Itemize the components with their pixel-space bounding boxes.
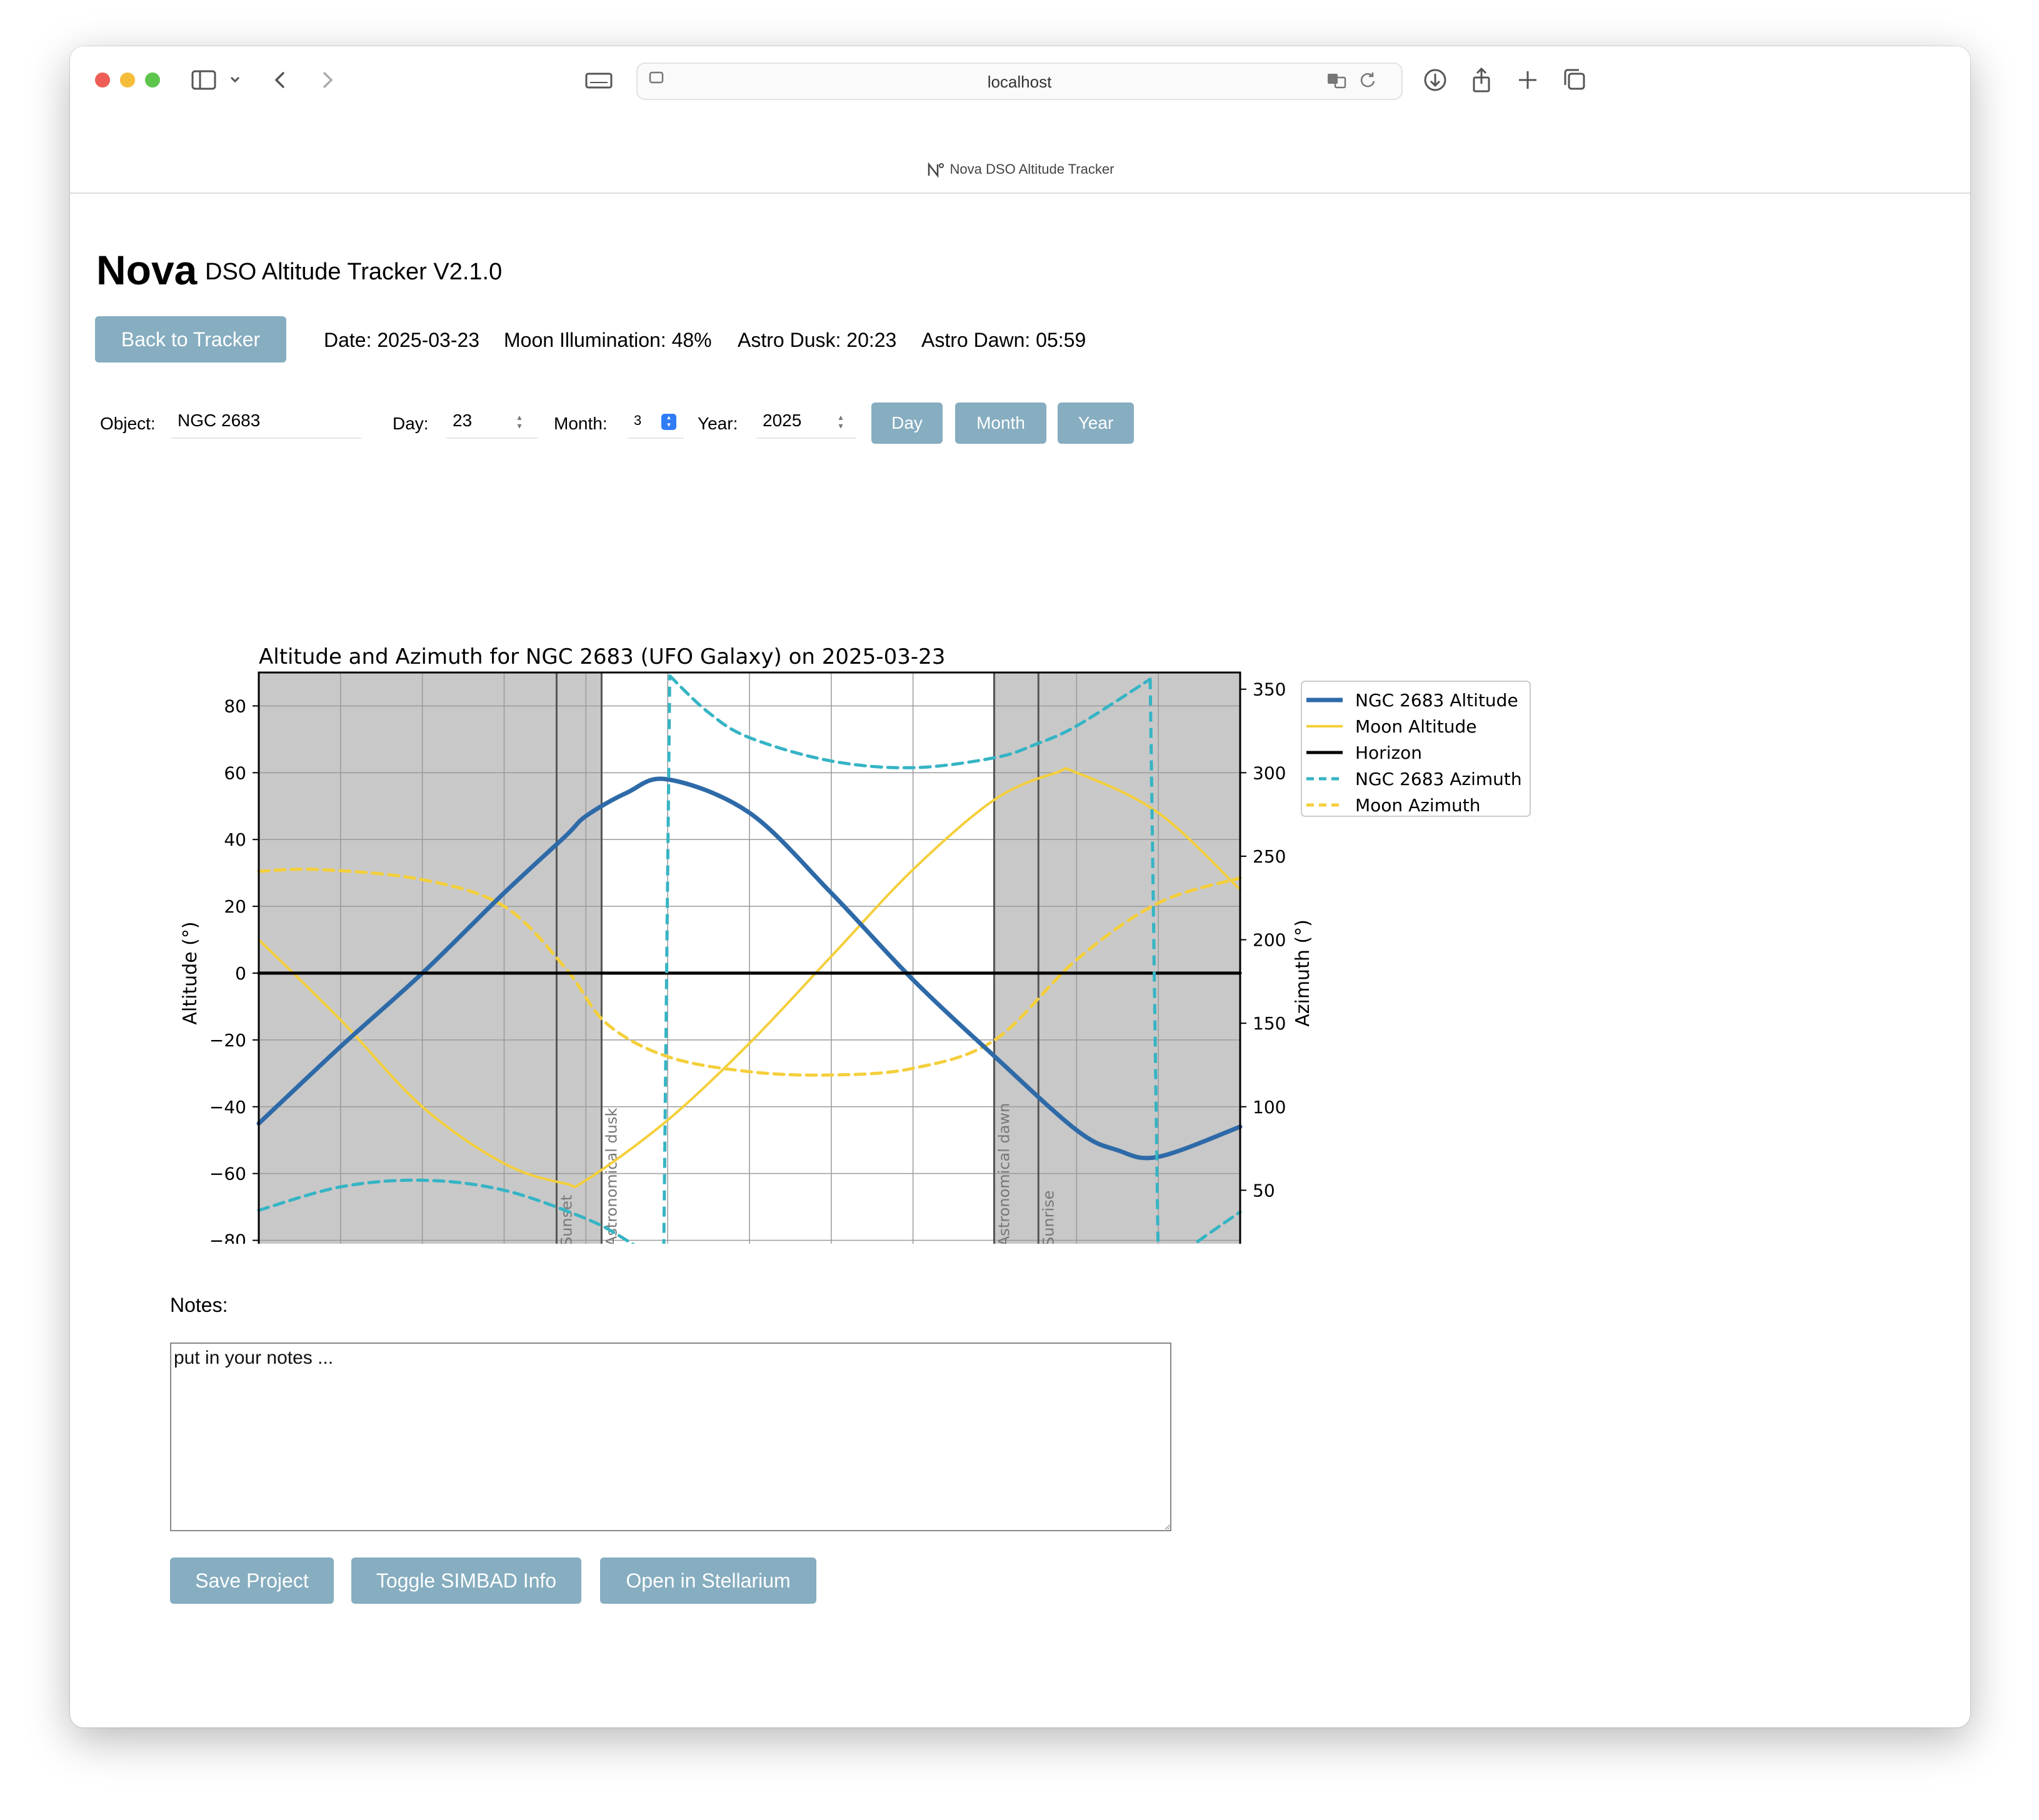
reader-icon[interactable] [584,65,614,95]
sidebar-toggle-icon[interactable] [189,65,219,95]
notes-label: Notes: [170,1294,228,1316]
year-label: Year: [698,414,738,433]
date-info: Date: 2025-03-23 [324,329,480,351]
legend-label: NGC 2683 Azimuth [1355,769,1522,789]
back-arrow-icon[interactable] [266,65,296,95]
y-right-tick-label: 150 [1253,1013,1286,1034]
maximize-window-button[interactable] [145,72,160,88]
translate-icon[interactable] [1324,68,1349,92]
event-label: Sunset [558,1195,575,1244]
y-right-tick-label: 350 [1253,679,1286,700]
y-right-axis-label: Azimuth (°) [1292,919,1314,1027]
minimize-window-button[interactable] [120,72,135,88]
notes-textarea[interactable] [170,1342,1171,1531]
azimuth-wrap-line [662,676,671,1244]
y-left-axis-label: Altitude (°) [179,921,201,1024]
y-left-tick-label: −60 [209,1164,246,1184]
event-label: Astronomical dawn [995,1103,1013,1244]
open-stellarium-button[interactable]: Open in Stellarium [600,1558,816,1604]
browser-window: localhost Nova DSO Altitude Tracker Nova… [70,46,1970,1728]
browser-toolbar: localhost [70,46,1970,148]
nova-logo-icon [926,162,945,178]
save-project-button[interactable]: Save Project [170,1558,334,1604]
y-left-tick-label: −80 [209,1231,246,1244]
astro-dawn-info: Astro Dawn: 05:59 [921,329,1086,351]
y-right-tick-label: 200 [1253,930,1286,951]
y-left-tick-label: −20 [209,1030,246,1051]
event-label: Astronomical dusk [603,1108,620,1244]
moon-illumination-info: Moon Illumination: 48% [504,329,712,351]
y-left-tick-label: 40 [224,829,246,850]
event-label: Sunrise [1040,1191,1057,1244]
back-to-tracker-button[interactable]: Back to Tracker [95,316,286,362]
y-right-tick-label: 250 [1253,846,1286,867]
y-left-tick-label: −40 [209,1097,246,1118]
y-right-tick-label: 300 [1253,762,1286,783]
url-text: localhost [987,72,1052,91]
legend-label: NGC 2683 Altitude [1355,690,1518,711]
page-content: Nova DSO Altitude Tracker V2.1.0 Back to… [70,194,1970,1728]
legend-label: Moon Altitude [1355,716,1476,737]
y-left-tick-label: 20 [224,896,246,917]
tab-bar: Nova DSO Altitude Tracker [70,148,1970,194]
y-left-tick-label: 60 [224,762,246,783]
legend-label: Moon Azimuth [1355,795,1480,816]
month-button[interactable]: Month [955,402,1046,444]
y-left-tick-label: 80 [224,696,246,716]
reload-icon[interactable] [1355,68,1380,92]
day-label: Day: [393,414,429,433]
tab-title: Nova DSO Altitude Tracker [949,161,1115,177]
address-bar[interactable]: localhost [636,62,1403,100]
day-stepper-icon[interactable]: ▴ ▾ [515,412,524,430]
chevron-down-icon[interactable] [226,65,244,95]
toggle-simbad-button[interactable]: Toggle SIMBAD Info [351,1558,581,1604]
download-icon[interactable] [1420,65,1450,95]
month-select-chevron-icon[interactable]: ▴ ▾ [661,414,676,430]
legend-label: Horizon [1355,742,1422,763]
y-right-tick-label: 50 [1253,1180,1275,1201]
object-input[interactable] [171,404,361,439]
year-stepper-icon[interactable]: ▴ ▾ [836,412,845,430]
year-button[interactable]: Year [1058,402,1134,444]
day-input[interactable] [446,404,538,439]
object-label: Object: [100,414,156,433]
new-tab-icon[interactable] [1513,65,1543,95]
page-subtitle: DSO Altitude Tracker V2.1.0 [205,259,503,285]
daylight-shade [259,672,602,1244]
y-left-tick-label: 0 [235,963,246,984]
brand-title: Nova [96,247,198,293]
forward-arrow-icon[interactable] [311,65,341,95]
active-tab[interactable]: Nova DSO Altitude Tracker [70,161,1970,178]
close-window-button[interactable] [95,72,110,88]
y-right-tick-label: 100 [1253,1097,1286,1118]
month-label: Month: [554,414,608,433]
astro-dusk-info: Astro Dusk: 20:23 [738,329,897,351]
tab-overview-icon[interactable] [1559,65,1589,95]
altitude-azimuth-chart: Altitude and Azimuth for NGC 2683 (UFO G… [179,644,1531,1244]
day-button[interactable]: Day [871,402,943,444]
daylight-shade [994,672,1240,1244]
share-icon[interactable] [1466,65,1496,95]
chart-title: Altitude and Azimuth for NGC 2683 (UFO G… [259,644,945,669]
